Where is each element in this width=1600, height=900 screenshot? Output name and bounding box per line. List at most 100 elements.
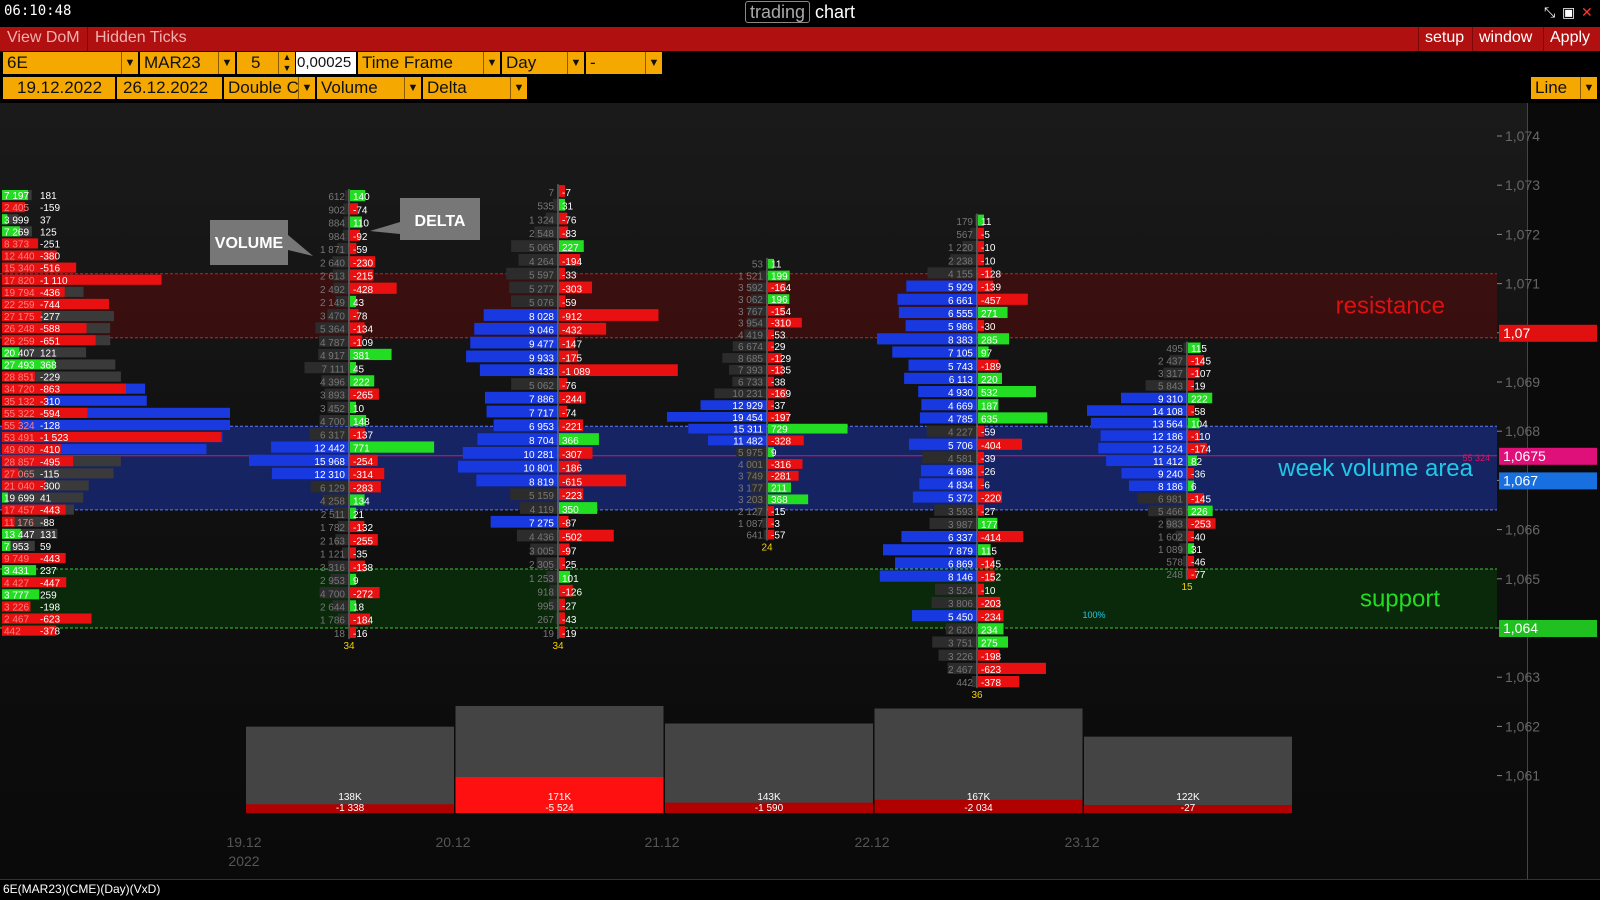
delta-label: -19	[562, 629, 577, 640]
left-delta-label: -380	[40, 252, 60, 263]
left-delta-label: -623	[40, 615, 60, 626]
delta-label: -26	[981, 467, 996, 478]
volume-label: 15 311	[733, 425, 763, 436]
delta-label: -39	[981, 454, 996, 465]
delta-label: 177	[981, 520, 998, 531]
left-volume-label: 27 175	[4, 312, 35, 323]
volume-label: 1 871	[320, 245, 345, 256]
volume-label: 9 046	[529, 326, 554, 337]
percent-label: 100%	[1082, 610, 1105, 620]
volume-label: 4 419	[738, 330, 763, 341]
left-volume-label: 3 431	[4, 566, 29, 577]
delta-label: 140	[353, 192, 370, 203]
left-delta-label: 125	[40, 227, 57, 238]
delta-label: 9	[353, 576, 359, 587]
volume-label: 10 231	[732, 389, 763, 400]
left-volume-label: 35 132	[4, 397, 35, 408]
volume-label: 2 983	[1158, 520, 1183, 531]
volume-label: 1 121	[320, 550, 345, 561]
delta-label: -197	[771, 413, 791, 424]
left-volume-label: 4 427	[4, 578, 29, 589]
delta-label: 366	[562, 436, 579, 447]
delta-label: -109	[353, 338, 373, 349]
volume-label: 3 987	[948, 520, 973, 531]
delta-label: 82	[1191, 457, 1203, 468]
delta-label: -404	[981, 441, 1001, 452]
delta-label: -314	[353, 470, 373, 481]
volume-label: 4 917	[320, 351, 345, 362]
left-volume-label: 19 794	[4, 288, 35, 299]
volume-label: 4 264	[529, 257, 554, 268]
delta-label: -46	[1191, 557, 1206, 568]
volume-label: 2 467	[948, 665, 973, 676]
delta-label: 234	[981, 625, 998, 636]
histogram-delta-label: -2 034	[964, 803, 993, 814]
volume-label: 6 981	[1158, 495, 1183, 506]
delta-label: 381	[353, 351, 370, 362]
delta-label: -129	[771, 354, 791, 365]
volume-label: 442	[956, 678, 973, 689]
delta-label: -110	[1191, 432, 1211, 443]
left-delta-label: -310	[40, 397, 60, 408]
volume-label: 4 581	[948, 454, 973, 465]
close-count-label: 24	[761, 543, 773, 554]
volume-label: 5 929	[948, 283, 973, 294]
volume-label: 641	[746, 531, 763, 542]
left-volume-label: 2 467	[4, 615, 29, 626]
volume-label: 4 155	[948, 270, 973, 281]
volume-label: 5 706	[948, 441, 973, 452]
delta-label: -74	[353, 205, 368, 216]
delta-label: -87	[562, 519, 577, 530]
delta-label: -147	[562, 339, 582, 350]
delta-label: -169	[771, 389, 791, 400]
volume-label: 3 226	[948, 652, 973, 663]
left-delta-label: 181	[40, 191, 57, 202]
y-tick-label: 1,065	[1505, 571, 1540, 587]
delta-label: -92	[353, 232, 368, 243]
close-count-label: 34	[343, 641, 355, 652]
price-tag-label: 1,0675	[1503, 448, 1546, 464]
delta-label: 275	[981, 639, 998, 650]
left-delta-label: -251	[40, 239, 60, 250]
delta-label: 635	[981, 415, 998, 426]
delta-label: 11	[771, 260, 782, 271]
histogram-volume-label: 138K	[338, 792, 362, 803]
left-volume-label: 12 440	[4, 252, 35, 263]
delta-label: -615	[562, 477, 582, 488]
delta-label: 196	[771, 295, 788, 306]
volume-label: 1 602	[1158, 532, 1183, 543]
left-volume-label: 55 322	[4, 409, 35, 420]
volume-label: 10 801	[523, 464, 554, 475]
left-volume-label: 28 857	[4, 457, 35, 468]
left-delta-label: -1 523	[40, 433, 69, 444]
delta-label: 271	[981, 309, 998, 320]
y-tick-label: 1,061	[1505, 768, 1540, 784]
footprint-chart[interactable]: resistanceweek volume areasupport55 3241…	[0, 0, 1600, 899]
volume-label: 1 324	[529, 215, 554, 226]
volume-label: 4 834	[948, 480, 973, 491]
delta-label: 729	[771, 425, 788, 436]
zone-2	[0, 569, 1497, 628]
volume-label: 8 819	[529, 477, 554, 488]
x-tick-label: 21.12	[644, 834, 679, 850]
delta-label: -184	[353, 616, 373, 627]
delta-label: -138	[353, 563, 373, 574]
delta-label: -6	[981, 480, 990, 491]
volume-label: 2 644	[320, 603, 345, 614]
y-tick-label: 1,063	[1505, 669, 1540, 685]
volume-label: 8 704	[529, 436, 554, 447]
delta-label: 9	[771, 448, 777, 459]
delta-label: -35	[353, 550, 368, 561]
volume-label: 4 700	[320, 589, 345, 600]
volume-label: 2 238	[948, 256, 973, 267]
volume-label: 1 089	[1158, 545, 1183, 556]
delta-label: -10	[981, 586, 996, 597]
volume-label: 6 869	[948, 560, 973, 571]
volume-label: 3 317	[1158, 369, 1183, 380]
delta-label: -502	[562, 532, 582, 543]
volume-label: 2 620	[948, 625, 973, 636]
delta-label: -145	[1191, 495, 1211, 506]
x-tick-sublabel: 2022	[228, 853, 259, 869]
left-volume-label: 34 720	[4, 385, 35, 396]
delta-label: 45	[353, 364, 365, 375]
